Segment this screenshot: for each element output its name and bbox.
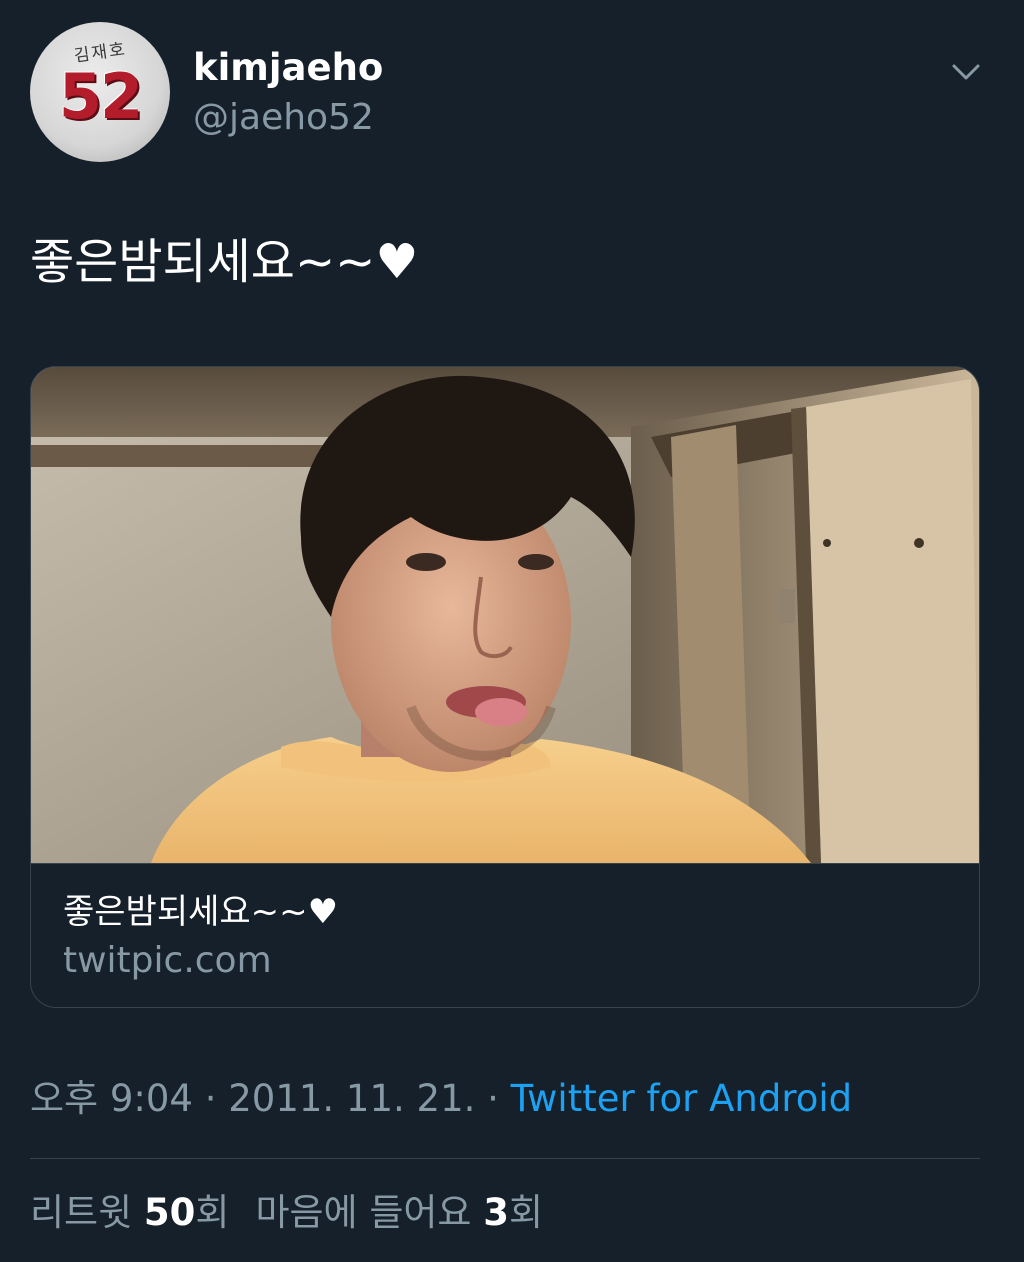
tweet-text: 좋은밤되세요~~♥ <box>30 234 419 290</box>
card-title: 좋은밤되세요~~♥ <box>63 892 339 932</box>
meta-separator: · <box>475 1077 511 1120</box>
user-handle[interactable]: @jaeho52 <box>193 96 374 140</box>
avatar-jersey-number: 52 <box>58 60 143 133</box>
avatar[interactable]: 김재호 52 <box>30 22 170 162</box>
chevron-down-icon[interactable] <box>946 52 986 92</box>
link-card[interactable]: 좋은밤되세요~~♥ twitpic.com <box>30 366 980 1008</box>
tweet-time: 오후 9:04 <box>30 1077 193 1120</box>
divider <box>30 1158 980 1159</box>
tweet-source-link[interactable]: Twitter for Android <box>511 1077 852 1120</box>
tweet-stats: 리트윗 50회 마음에 들어요 3회 <box>30 1190 543 1236</box>
likes-stat[interactable]: 마음에 들어요 3회 <box>255 1191 543 1234</box>
retweets-count: 50 <box>143 1191 196 1234</box>
card-image[interactable] <box>31 367 979 864</box>
card-domain: twitpic.com <box>63 940 272 981</box>
likes-suffix: 회 <box>508 1191 544 1234</box>
retweets-label: 리트윗 <box>30 1191 133 1234</box>
tweet-date: 2011. 11. 21. <box>228 1077 476 1120</box>
likes-label: 마음에 들어요 <box>255 1191 472 1234</box>
tweet-meta: 오후 9:04 · 2011. 11. 21. · Twitter for An… <box>30 1076 852 1122</box>
display-name[interactable]: kimjaeho <box>193 46 383 90</box>
likes-count: 3 <box>483 1191 509 1234</box>
meta-separator: · <box>192 1077 229 1120</box>
retweets-suffix: 회 <box>195 1191 230 1234</box>
retweets-stat[interactable]: 리트윗 50회 <box>30 1191 229 1234</box>
